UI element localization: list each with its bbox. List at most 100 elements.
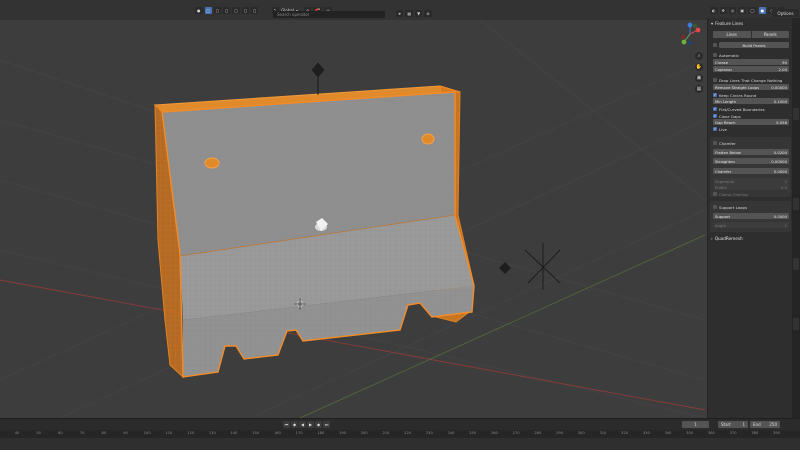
circle-icon[interactable]: ● (195, 7, 203, 14)
clamp-overlap-row[interactable]: Clamp Overlap (713, 191, 789, 197)
profile-field[interactable]: Profile 0.5 (713, 184, 789, 190)
profile-row[interactable]: Profile 0.5 (713, 184, 789, 190)
flat-curved-checkbox[interactable]: ✓ (713, 107, 717, 111)
remove-straight-row[interactable]: Remove Straight Loops 0.00000 (713, 84, 789, 90)
visibility-icon[interactable]: ◐ (710, 7, 718, 14)
support-loops-header[interactable]: Support Loops (713, 204, 789, 210)
coplanar-field[interactable]: Coplanar 2.00 (713, 66, 789, 72)
next-keyframe-icon[interactable]: ◆ (315, 421, 322, 428)
coplanar-row[interactable]: Coplanar 2.00 (713, 66, 789, 72)
quadremesh-title: QuadRemesh (714, 236, 743, 241)
close-gaps-checkbox[interactable]: ✓ (713, 114, 717, 118)
drop-lines-row[interactable]: Drop Lines That Change Nothing (713, 77, 789, 83)
angle-label: Angle (715, 222, 726, 228)
search-input[interactable]: Search operator (273, 11, 385, 18)
live-row[interactable]: ✓ Live (713, 126, 789, 132)
chamfer-row[interactable]: Chamfer 0.0000 (713, 168, 789, 174)
support-field[interactable]: Support 0.0000 (713, 213, 789, 219)
grid-icon[interactable]: ▦ (405, 10, 414, 17)
coplanar-label: Coplanar (715, 66, 733, 72)
empty-diamond-right (499, 262, 511, 274)
overlays-icon[interactable]: ◎ (728, 7, 737, 14)
start-frame-field[interactable]: Start 1 (718, 421, 748, 428)
frame-ruler[interactable]: 40 50 60 70 80 90 100 110 120 130 140 150 160 170 180 1… (0, 430, 800, 438)
zoom-icon[interactable]: ⌕ (695, 52, 703, 60)
chamfer-header[interactable]: Chamfer (713, 140, 789, 146)
options-button[interactable]: Options (772, 9, 799, 17)
solid-shading-icon[interactable]: ● (758, 7, 767, 14)
flatten-below-field[interactable]: Flatten Below 0.0200 (713, 149, 789, 155)
chamfer-field[interactable]: Chamfer 0.0000 (713, 168, 789, 174)
quadremesh-header[interactable]: › QuadRemesh (711, 236, 743, 241)
search-bar[interactable]: Search operator (273, 11, 385, 18)
angle-field[interactable]: Angle 1 (713, 222, 789, 228)
select-invert-icon[interactable]: ◻ (232, 7, 240, 14)
grid-view-icon[interactable]: ▦ (695, 85, 703, 93)
end-frame-field[interactable]: End 250 (750, 421, 780, 428)
flatten-below-row[interactable]: Flatten Below 0.0200 (713, 149, 789, 155)
gap-reach-value: 0.056 (776, 119, 787, 125)
timeline-track[interactable] (0, 438, 800, 450)
sidebar-tab[interactable] (793, 318, 799, 330)
current-frame-field[interactable]: 1 (682, 421, 709, 428)
gap-reach-field[interactable]: Gap Reach 0.056 (713, 119, 789, 125)
chamfer-value: 0.0000 (773, 168, 787, 174)
select-edge-icon[interactable]: ◻ (251, 7, 259, 14)
gap-reach-row[interactable]: Gap Reach 0.056 (713, 119, 789, 125)
select-mode-icon[interactable]: ◻ (241, 7, 250, 14)
frame-tick: 300 (577, 431, 585, 435)
sidebar-tab[interactable] (793, 258, 799, 270)
remove-straight-field[interactable]: Remove Straight Loops 0.00000 (713, 84, 789, 90)
support-loops-checkbox[interactable] (713, 205, 717, 209)
crease-field[interactable]: Crease 90 (713, 59, 789, 65)
angle-value: 1 (784, 222, 787, 228)
straighten-row[interactable]: Straighten 0.00000 (713, 158, 789, 164)
sidebar-tab[interactable] (793, 198, 799, 210)
select-lasso-icon[interactable]: ◻ (223, 7, 231, 14)
prev-keyframe-icon[interactable]: ◆ (291, 421, 298, 428)
automatic-checkbox[interactable] (713, 53, 717, 57)
pan-icon[interactable]: ✋ (695, 63, 703, 71)
live-checkbox[interactable]: ✓ (713, 127, 717, 131)
keep-circles-checkbox[interactable]: ✓ (713, 93, 717, 97)
wireframe-shading-icon[interactable]: ◯ (748, 7, 757, 14)
straighten-field[interactable]: Straighten 0.00000 (713, 158, 789, 164)
drop-lines-checkbox[interactable] (713, 78, 717, 82)
select-box-icon[interactable]: ◻ (204, 7, 212, 14)
play-reverse-icon[interactable]: ◀ (299, 421, 306, 428)
select-circle-icon[interactable]: ◻ (213, 7, 222, 14)
gizmo-icon[interactable]: ✥ (719, 7, 727, 14)
hole-right (421, 133, 435, 145)
automatic-row[interactable]: Automatic (713, 52, 789, 58)
close-gaps-label: Close Gaps (719, 113, 741, 119)
3d-viewport[interactable] (0, 20, 705, 418)
sidebar-tab[interactable] (793, 108, 799, 120)
overlay-icon[interactable]: ⊛ (424, 10, 432, 17)
crease-row[interactable]: Crease 90 (713, 59, 789, 65)
chevron-down-icon: ▾ (711, 21, 714, 26)
xray-icon[interactable]: ▣ (738, 7, 747, 14)
viewport-scene (0, 20, 705, 418)
camera-icon[interactable]: ▣ (695, 74, 703, 82)
build-panels-button[interactable]: Build Panels (719, 42, 789, 48)
jump-end-icon[interactable]: ⏭ (323, 421, 330, 428)
min-length-field[interactable]: Min Length 0.1000 (713, 98, 789, 104)
frame-tick: 280 (534, 431, 542, 435)
navigation-gizmo[interactable] (678, 22, 702, 46)
feature-lines-header[interactable]: ▾ Feature Lines (711, 21, 743, 26)
filter-icon[interactable]: ▼ (415, 10, 423, 17)
barrier-mesh[interactable] (153, 85, 475, 379)
clamp-overlap-checkbox[interactable] (713, 192, 717, 196)
play-icon[interactable]: ▶ (307, 421, 314, 428)
jump-start-icon[interactable]: ⏮ (283, 421, 290, 428)
tab-lines[interactable]: Lines (713, 30, 751, 38)
frame-tick: 320 (621, 431, 629, 435)
support-row[interactable]: Support 0.0000 (713, 213, 789, 219)
navigation-tools: ⌕ ✋ ▣ ▦ (695, 52, 703, 93)
tab-panels[interactable]: Panels (751, 30, 789, 38)
angle-row[interactable]: Angle 1 (713, 222, 789, 228)
arrow-icon[interactable]: ➤ (396, 10, 404, 17)
chamfer-checkbox[interactable] (713, 141, 717, 145)
min-length-row[interactable]: Min Length 0.1000 (713, 98, 789, 104)
flat-curved-row[interactable]: ✓ Flat/Curved Boundaries (713, 106, 789, 112)
